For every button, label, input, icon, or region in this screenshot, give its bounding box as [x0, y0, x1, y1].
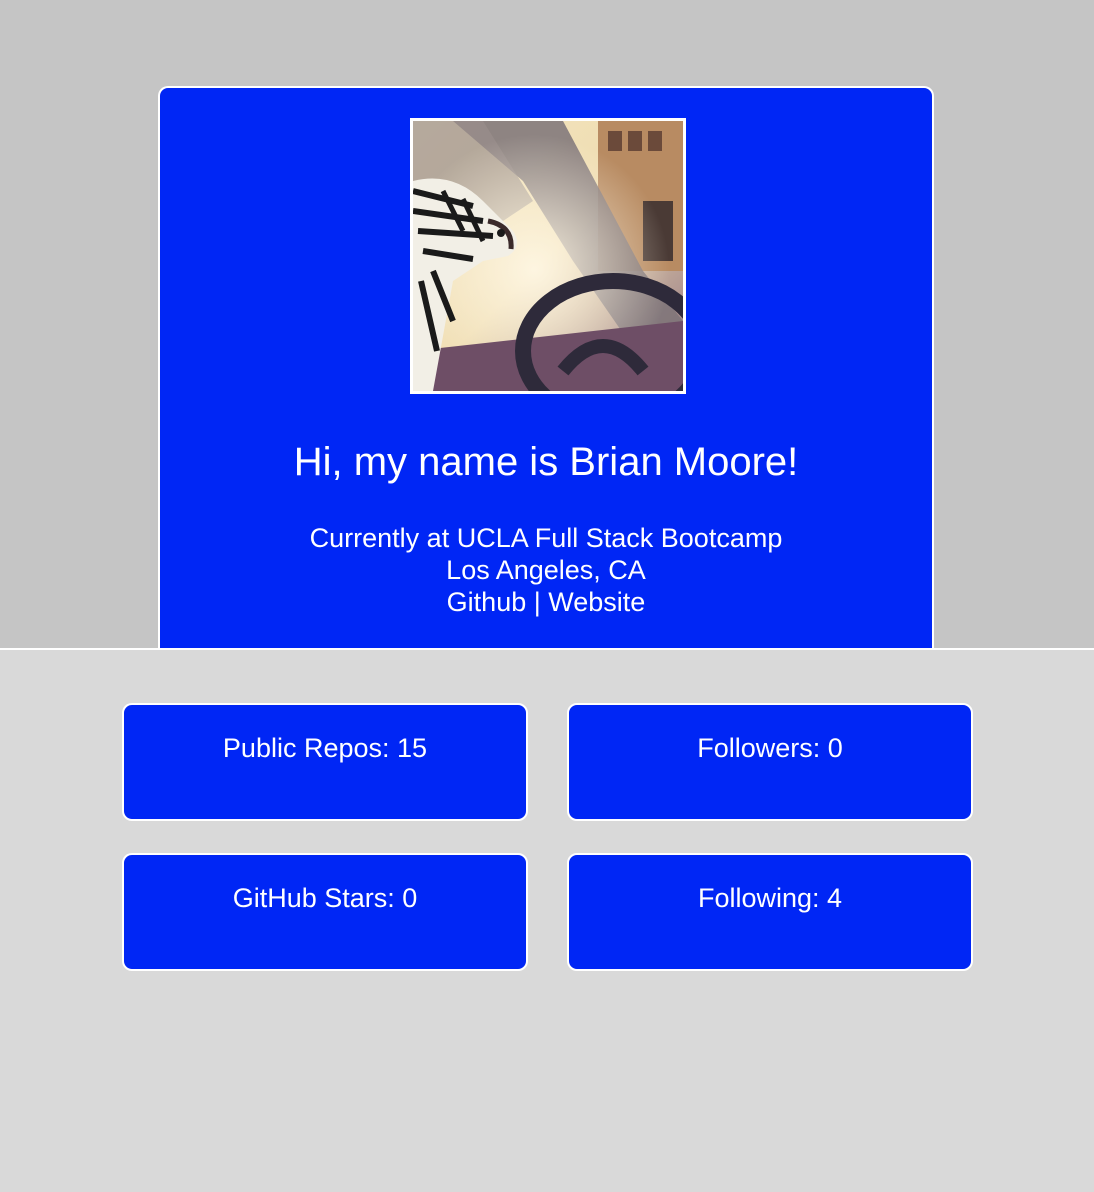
following-card: Following: 4	[567, 853, 973, 971]
profile-greeting: Hi, my name is Brian Moore!	[293, 440, 799, 484]
link-separator: |	[526, 587, 549, 617]
following-label: Following:	[697, 883, 828, 913]
website-link[interactable]: Website	[548, 587, 645, 617]
avatar	[410, 118, 686, 394]
github-stars-card: GitHub Stars: 0	[122, 853, 528, 971]
current-position: Currently at UCLA Full Stack Bootcamp	[309, 523, 783, 553]
github-stars-value: 0	[402, 883, 418, 913]
public-repos-value: 15	[397, 733, 428, 763]
followers-label: Followers:	[697, 733, 828, 763]
profile-card: Hi, my name is Brian Moore! Currently at…	[158, 86, 934, 648]
github-stars-label: GitHub Stars:	[232, 883, 403, 913]
public-repos-card: Public Repos: 15	[122, 703, 528, 821]
avatar-image	[413, 121, 683, 391]
profile-links: Github | Website	[160, 586, 932, 618]
followers-value: 0	[827, 733, 843, 763]
github-link[interactable]: Github	[447, 587, 527, 617]
followers-card: Followers: 0	[567, 703, 973, 821]
location: Los Angeles, CA	[446, 555, 646, 585]
public-repos-label: Public Repos:	[222, 733, 398, 763]
profile-info: Currently at UCLA Full Stack Bootcamp Lo…	[160, 522, 932, 618]
following-value: 4	[827, 883, 843, 913]
